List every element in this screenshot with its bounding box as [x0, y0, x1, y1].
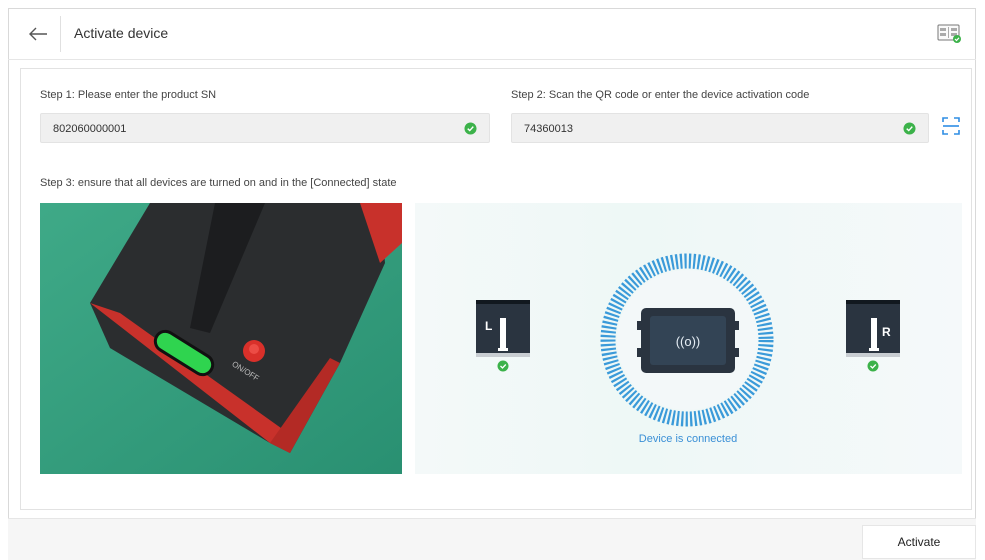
arrow-left-icon	[29, 27, 47, 41]
hub-signal-icon: ((o))	[676, 334, 701, 349]
back-button[interactable]	[26, 22, 50, 46]
footer-bar	[8, 518, 976, 560]
left-device-label: L	[485, 319, 492, 333]
check-circle-icon	[903, 122, 916, 135]
left-check-icon	[497, 360, 509, 372]
step2-label: Step 2: Scan the QR code or enter the de…	[511, 89, 810, 101]
device-settings-button[interactable]	[936, 22, 962, 44]
step3-label: Step 3: ensure that all devices are turn…	[40, 177, 397, 189]
right-check-icon	[867, 360, 879, 372]
scan-qr-button[interactable]	[942, 116, 960, 136]
sn-field[interactable]	[40, 113, 490, 144]
device-grid-icon	[937, 24, 961, 43]
header-divider	[60, 16, 61, 52]
step1-label: Step 1: Please enter the product SN	[40, 89, 217, 101]
connection-status: Device is connected	[638, 433, 738, 445]
hub-device: ((o))	[637, 308, 739, 373]
right-device: R	[846, 300, 900, 372]
device-photo-illustration: ON/OFF	[40, 203, 402, 474]
activation-code-input[interactable]	[522, 114, 880, 144]
activation-code-field[interactable]	[511, 113, 929, 144]
header-bar: Activate device	[8, 8, 976, 60]
device-photo: ON/OFF	[40, 203, 402, 474]
scan-icon	[942, 117, 960, 135]
left-device: L	[476, 300, 530, 372]
page-title: Activate device	[74, 25, 169, 41]
sn-input[interactable]	[51, 114, 436, 144]
activate-button[interactable]: Activate	[862, 525, 976, 559]
check-circle-icon	[464, 122, 477, 135]
right-device-label: R	[882, 325, 891, 339]
